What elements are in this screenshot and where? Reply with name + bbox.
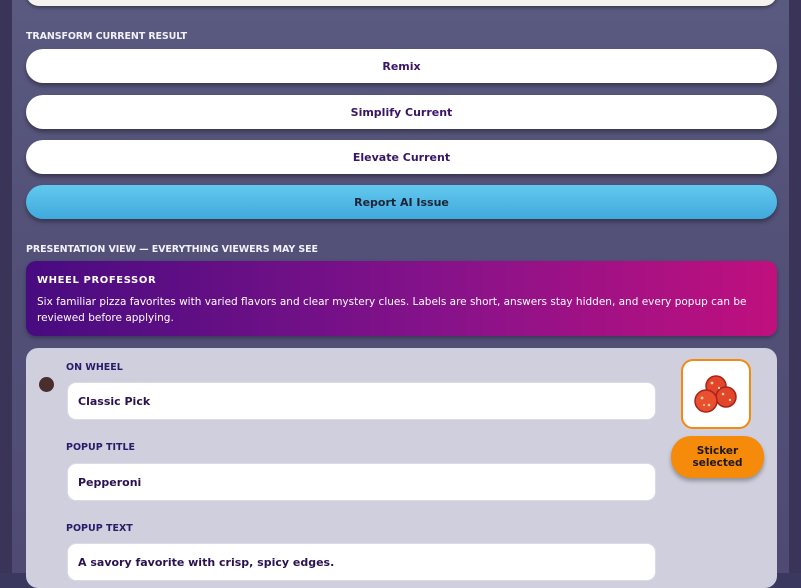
remix-button[interactable]: Remix: [26, 49, 777, 83]
left-border: [0, 0, 12, 573]
presentation-section-label: PRESENTATION VIEW — EVERYTHING VIEWERS M…: [26, 244, 318, 255]
report-ai-issue-button[interactable]: Report AI Issue: [26, 185, 777, 219]
sticker-selected-button[interactable]: Sticker selected: [671, 436, 764, 478]
on-wheel-label: ON WHEEL: [66, 362, 123, 373]
popup-text-input[interactable]: A savory favorite with crisp, spicy edge…: [67, 543, 656, 581]
sticker-preview[interactable]: [681, 359, 751, 429]
previous-card: [26, 0, 777, 6]
right-border: [789, 0, 801, 573]
popup-title-label: POPUP TITLE: [66, 442, 136, 453]
popup-title-input[interactable]: Pepperoni: [67, 463, 656, 501]
editor-panel: TRANSFORM CURRENT RESULT Remix Simplify …: [12, 0, 789, 588]
banner-title: WHEEL PROFESSOR: [37, 275, 157, 286]
wheel-item-card: ON WHEEL Classic Pick POPUP TITLE Pepper…: [26, 348, 777, 588]
popup-text-label: POPUP TEXT: [66, 523, 133, 534]
simplify-current-button[interactable]: Simplify Current: [26, 95, 777, 129]
elevate-current-button[interactable]: Elevate Current: [26, 140, 777, 174]
on-wheel-input[interactable]: Classic Pick: [67, 382, 656, 420]
banner-description: Six familiar pizza favorites with varied…: [37, 296, 747, 324]
transform-section-label: TRANSFORM CURRENT RESULT: [26, 31, 188, 42]
presentation-banner: WHEEL PROFESSOR Six familiar pizza favor…: [26, 261, 777, 336]
pepperoni-icon: [694, 375, 737, 413]
color-swatch[interactable]: [39, 377, 54, 392]
